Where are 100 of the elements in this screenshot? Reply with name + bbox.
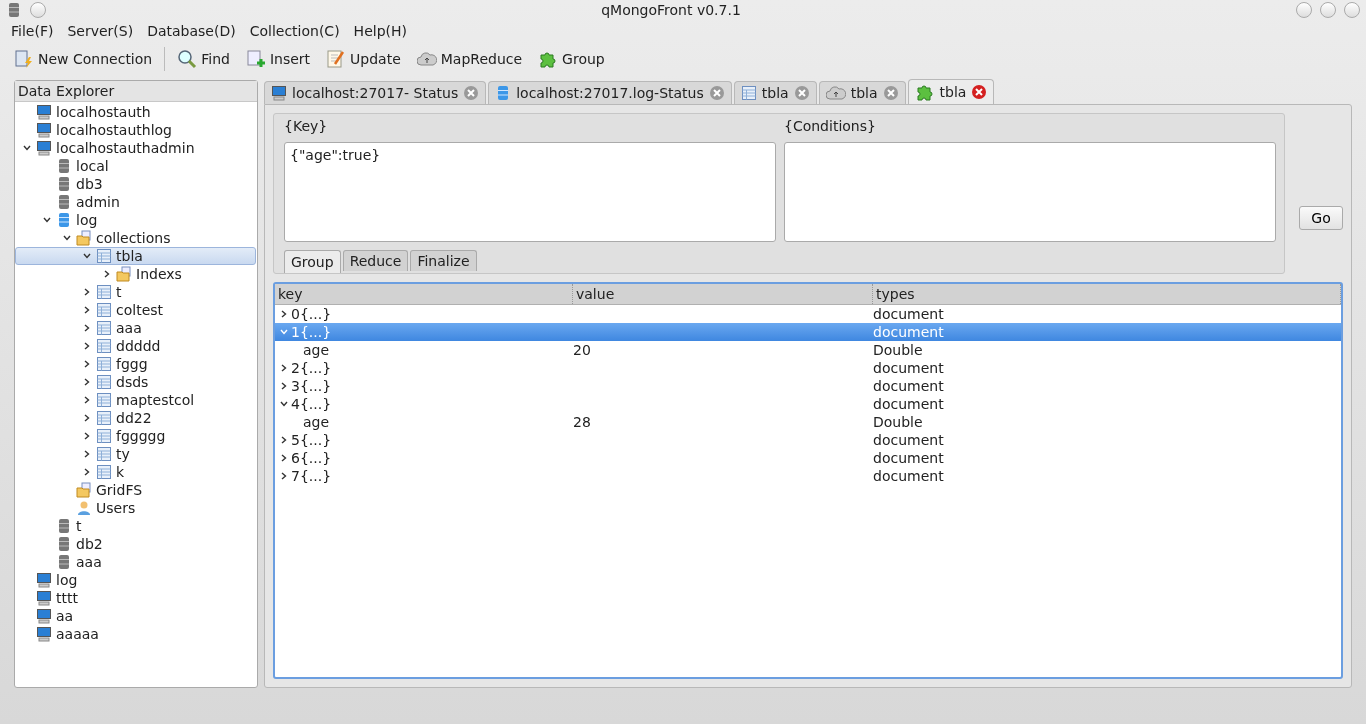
tree-item[interactable]: dd22 xyxy=(15,409,256,427)
tree-item[interactable]: maptestcol xyxy=(15,391,256,409)
input-field[interactable] xyxy=(784,142,1276,242)
menu-item[interactable]: File(F) xyxy=(4,23,61,39)
toolbar-button[interactable]: New Connection xyxy=(8,46,159,72)
table-icon xyxy=(96,374,112,390)
toolbar-button[interactable]: Insert xyxy=(239,46,317,72)
key-cell: 1{...} xyxy=(291,324,332,340)
tree-item[interactable]: tttt xyxy=(15,589,256,607)
tree-item[interactable]: log xyxy=(15,571,256,589)
type-cell-text: document xyxy=(873,324,945,340)
close-icon[interactable] xyxy=(708,85,725,101)
type-cell-text: Double xyxy=(873,414,924,430)
database-icon xyxy=(56,158,72,174)
tab[interactable]: localhost:27017- Status xyxy=(264,81,487,104)
database-icon xyxy=(56,194,72,210)
key-cell: 0{...} xyxy=(291,306,332,322)
close-icon[interactable] xyxy=(971,84,988,100)
tree-item[interactable]: t xyxy=(15,517,256,535)
tree-item[interactable]: localhostauthadmin xyxy=(15,139,256,157)
tab[interactable]: localhost:27017.log-Status xyxy=(488,81,732,104)
result-row[interactable]: 6{...} document xyxy=(275,449,1341,467)
table-icon xyxy=(96,248,112,264)
menu-item[interactable]: Help(H) xyxy=(346,23,414,39)
menu-item[interactable]: Collection(C) xyxy=(242,23,347,39)
close-icon[interactable] xyxy=(882,85,899,101)
go-button[interactable]: Go xyxy=(1299,206,1343,230)
puzzle-icon xyxy=(914,82,935,102)
result-row[interactable]: 3{...} document xyxy=(275,377,1341,395)
key-cell: 3{...} xyxy=(291,378,332,394)
column-header[interactable]: key xyxy=(275,284,573,304)
collapse-icon[interactable] xyxy=(279,399,289,409)
folder-icon xyxy=(76,482,92,498)
result-row[interactable]: age 28 Double xyxy=(275,413,1341,431)
tree-item[interactable]: ty xyxy=(15,445,256,463)
result-row[interactable]: 7{...} document xyxy=(275,467,1341,485)
tree-item[interactable]: aa xyxy=(15,607,256,625)
tree-item[interactable]: fggg xyxy=(15,355,256,373)
tree-item[interactable]: log xyxy=(15,211,256,229)
tree-item[interactable]: dsds xyxy=(15,373,256,391)
tree-item[interactable]: Indexs xyxy=(15,265,256,283)
tree-item[interactable]: Users xyxy=(15,499,256,517)
tree-item[interactable]: db2 xyxy=(15,535,256,553)
notepad-pencil-icon xyxy=(326,49,347,69)
key-cell: 4{...} xyxy=(291,396,332,412)
table-icon xyxy=(96,284,112,300)
toolbar-button[interactable]: Group xyxy=(532,46,611,72)
tree-item[interactable]: db3 xyxy=(15,175,256,193)
tree-item[interactable]: localhostauth xyxy=(15,103,256,121)
input-field[interactable]: {"age":true} xyxy=(284,142,776,242)
tab[interactable]: Reduce xyxy=(342,250,409,271)
toolbar-button[interactable]: Update xyxy=(320,46,407,72)
tree-item[interactable]: aaaaa xyxy=(15,625,256,643)
type-cell-text: document xyxy=(873,306,945,322)
folder-icon xyxy=(76,230,92,246)
tree-item[interactable]: t xyxy=(15,283,256,301)
type-cell-text: document xyxy=(873,360,945,376)
result-row[interactable]: 5{...} document xyxy=(275,431,1341,449)
column-header[interactable]: types xyxy=(873,284,1341,304)
tree-item[interactable]: collections xyxy=(15,229,256,247)
toolbar-button[interactable]: MapReduce xyxy=(410,46,529,72)
tab[interactable]: tbla xyxy=(818,81,906,104)
tab[interactable]: Finalize xyxy=(410,250,477,271)
table-icon xyxy=(96,338,112,354)
table-icon xyxy=(96,428,112,444)
tree-item[interactable]: k xyxy=(15,463,256,481)
tree-item[interactable]: GridFS xyxy=(15,481,256,499)
close-icon[interactable] xyxy=(463,85,480,101)
monitor-icon xyxy=(36,122,52,138)
result-row[interactable]: 2{...} document xyxy=(275,359,1341,377)
tree-item[interactable]: ddddd xyxy=(15,337,256,355)
result-row[interactable]: 0{...} document xyxy=(275,305,1341,323)
menu-item[interactable]: Database(D) xyxy=(140,23,243,39)
tab[interactable]: Group xyxy=(284,250,341,273)
search-icon xyxy=(177,49,198,69)
tree-item[interactable]: aaa xyxy=(15,553,256,571)
tree-item[interactable]: aaa xyxy=(15,319,256,337)
tab[interactable]: tbla xyxy=(733,81,817,104)
table-icon xyxy=(96,446,112,462)
tree-item[interactable]: fggggg xyxy=(15,427,256,445)
tree-item[interactable]: local xyxy=(15,157,256,175)
value-cell-text: 28 xyxy=(573,414,592,430)
monitor-icon xyxy=(36,572,52,588)
tree-item[interactable]: tbla xyxy=(15,247,256,265)
close-icon[interactable] xyxy=(793,85,810,101)
collapse-icon[interactable] xyxy=(22,143,32,153)
result-row[interactable]: age 20 Double xyxy=(275,341,1341,359)
tree-item[interactable]: admin xyxy=(15,193,256,211)
field-label: {Conditions} xyxy=(784,118,877,136)
database-icon xyxy=(56,176,72,192)
column-header[interactable]: value xyxy=(573,284,873,304)
menu-item[interactable]: Server(S) xyxy=(60,23,141,39)
tab[interactable]: tbla xyxy=(907,79,995,104)
expand-icon[interactable] xyxy=(279,309,289,319)
tree-item[interactable]: localhostauthlog xyxy=(15,121,256,139)
tree-item[interactable]: coltest xyxy=(15,301,256,319)
type-cell-text: document xyxy=(873,396,945,412)
toolbar-button[interactable]: Find xyxy=(171,46,236,72)
result-row[interactable]: 4{...} document xyxy=(275,395,1341,413)
document-plus-icon xyxy=(245,49,266,69)
